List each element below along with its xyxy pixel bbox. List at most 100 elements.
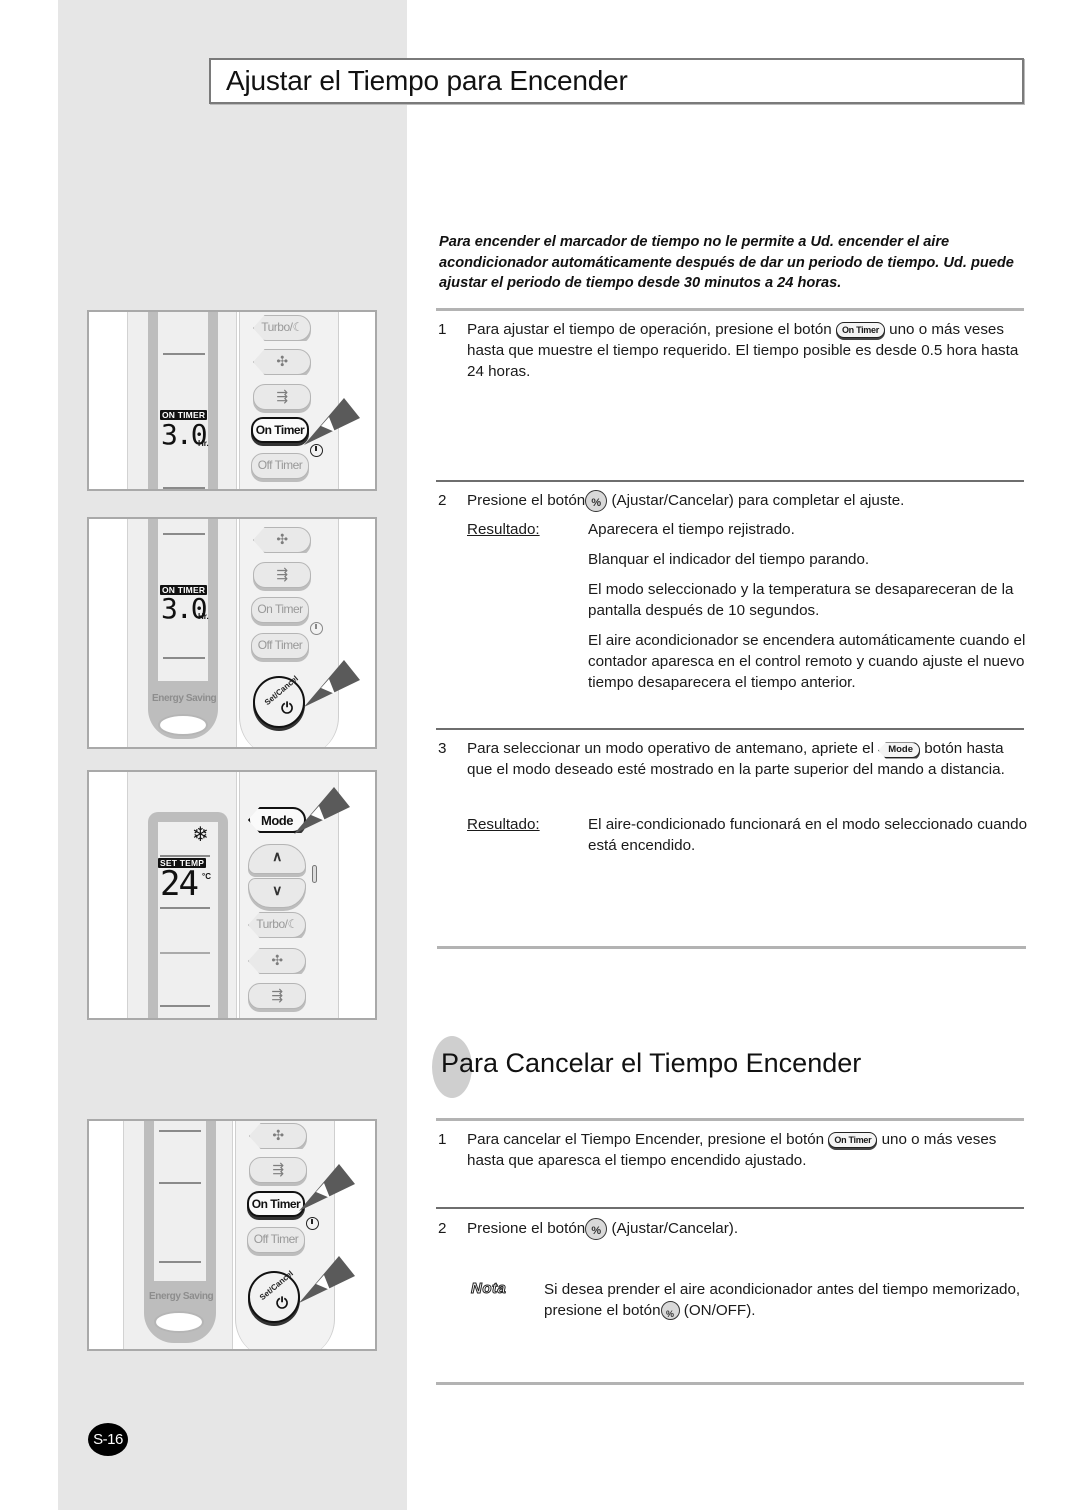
on-timer-button[interactable]: On Timer — [251, 417, 309, 443]
note-label: Nota — [470, 1280, 507, 1298]
temp-down-button[interactable]: ∨ — [248, 878, 306, 908]
on-off-icon — [660, 1301, 680, 1325]
on-timer-button-icon: On Timer — [835, 318, 885, 339]
lcd-unit: °C — [202, 872, 211, 881]
power-icon: ⏻ — [281, 700, 293, 717]
divider — [436, 728, 1024, 730]
remote-display-body: ❄ SET TEMP 24 °C — [127, 772, 237, 1018]
lcd-temperature-value: 24 — [160, 864, 199, 904]
lcd-screen — [154, 1121, 206, 1281]
step-number: 2 — [438, 492, 447, 509]
page-title-box: Ajustar el Tiempo para Encender — [209, 58, 1024, 104]
section-title: Para Cancelar el Tiempo Encender — [441, 1048, 862, 1078]
divider — [436, 308, 1024, 311]
off-timer-button[interactable]: Off Timer — [251, 633, 309, 659]
energy-saving-label: Energy Saving — [149, 1291, 214, 1302]
step-text: Para seleccionar un modo operativo de an… — [467, 740, 874, 757]
fan-icon: ✣ — [276, 531, 288, 547]
energy-saving-button[interactable] — [154, 1311, 204, 1333]
lcd-screen: ON TIMER 3.0 Hr. — [158, 519, 209, 681]
press-pointer-icon — [304, 398, 360, 445]
divider — [436, 1382, 1024, 1385]
swing-button[interactable]: ⇶ — [253, 562, 311, 588]
press-pointer-icon — [304, 660, 360, 707]
step-number: 1 — [438, 321, 447, 338]
divider — [436, 1207, 1024, 1209]
swing-icon: ⇶ — [271, 987, 283, 1003]
result-label: Resultado: — [467, 521, 540, 538]
set-cancel-button[interactable]: Set/Cancel ⏻ — [248, 1269, 300, 1323]
on-timer-label: On Timer — [835, 322, 885, 339]
press-pointer-icon — [299, 1256, 355, 1303]
step-number: 1 — [438, 1131, 447, 1148]
step-3-result: Resultado: El aire-condicionado funciona… — [467, 814, 1032, 865]
turbo-sleep-button[interactable]: Turbo/☾ — [253, 315, 311, 341]
page-number-badge: S-16 — [88, 1423, 128, 1456]
fan-icon: ✣ — [271, 952, 283, 968]
result-text: Blanquar el indicador del tiempo parando… — [588, 551, 870, 568]
off-timer-button[interactable]: Off Timer — [247, 1227, 305, 1253]
fan-speed-button[interactable]: ✣ — [253, 527, 311, 553]
remote-illustration-2: ON TIMER 3.0 Hr. Energy Saving ✣ ⇶ On Ti… — [87, 517, 377, 749]
remote-display-body: ON TIMER 3.0 Hr. — [127, 312, 237, 489]
on-timer-button[interactable]: On Timer — [247, 1191, 305, 1217]
swing-button[interactable]: ⇶ — [253, 384, 311, 410]
step-text: Presione el botón — [467, 492, 586, 510]
remote-illustration-4: Energy Saving ✣ ⇶ On Timer Off Timer Set… — [87, 1119, 377, 1351]
mode-label: Mode — [878, 742, 920, 759]
result-text: El aire acondicionador se encendera auto… — [588, 632, 1026, 691]
swing-icon: ⇶ — [272, 1161, 284, 1177]
lcd-screen: ❄ SET TEMP 24 °C — [158, 822, 218, 1018]
mode-button-icon: Mode — [878, 737, 920, 759]
power-icon: ⏻ — [276, 1295, 288, 1312]
step-number: 3 — [438, 740, 447, 757]
swing-button[interactable]: ⇶ — [248, 983, 306, 1009]
cool-mode-icon: ❄ — [192, 824, 209, 846]
energy-saving-label: Energy Saving — [152, 693, 217, 704]
fan-speed-button[interactable]: ✣ — [253, 349, 311, 375]
note-text: Si desea prender el aire acondicionador … — [544, 1279, 1024, 1325]
set-cancel-button[interactable]: Set/Cancel ⏻ — [253, 674, 305, 728]
lcd-unit: Hr. — [198, 439, 209, 448]
set-cancel-icon — [585, 490, 608, 514]
on-timer-label: On Timer — [828, 1132, 878, 1149]
turbo-sleep-button[interactable]: Turbo/☾ — [248, 912, 306, 938]
divider — [436, 480, 1024, 482]
fan-icon: ✣ — [272, 1127, 284, 1143]
result-text: El modo seleccionado y la temperatura se… — [588, 581, 1014, 619]
fan-speed-button[interactable]: ✣ — [249, 1123, 307, 1149]
step-number: 2 — [438, 1220, 447, 1237]
on-timer-button-icon: On Timer — [828, 1128, 878, 1149]
step-2-result: Resultado: Aparecera el tiempo rejistrad… — [467, 519, 1032, 702]
swing-icon: ⇶ — [276, 566, 288, 582]
fan-speed-button[interactable]: ✣ — [248, 948, 306, 974]
page-title: Ajustar el Tiempo para Encender — [226, 65, 628, 96]
result-label: Resultado: — [467, 816, 540, 833]
clock-icon — [310, 622, 323, 635]
note-text-after: (ON/OFF). — [683, 1302, 756, 1319]
step-text: (Ajustar/Cancelar) para completar el aju… — [611, 492, 905, 510]
energy-saving-button[interactable] — [158, 714, 208, 736]
result-text: El aire-condicionado funcionará en el mo… — [588, 816, 1028, 854]
swing-icon: ⇶ — [276, 388, 288, 404]
divider — [437, 946, 1026, 949]
off-timer-button[interactable]: Off Timer — [251, 453, 309, 479]
set-cancel-icon — [585, 1218, 608, 1242]
note-text-before: Si desea prender el aire acondicionador … — [544, 1281, 1021, 1319]
cancel-step-2: 2 Presione el botón (Ajustar/Cancelar). — [438, 1218, 1028, 1242]
cancel-step-1: 1 Para cancelar el Tiempo Encender, pres… — [438, 1129, 1028, 1171]
temp-up-button[interactable]: ∧ — [248, 844, 306, 874]
step-3: 3 Para seleccionar un modo operativo de … — [438, 738, 1028, 780]
lcd-unit: Hr. — [198, 612, 209, 621]
step-1: 1 Para ajustar el tiempo de operación, p… — [438, 319, 1028, 382]
remote-display-body: ON TIMER 3.0 Hr. Energy Saving — [127, 519, 237, 747]
step-text: Para ajustar el tiempo de operación, pre… — [467, 321, 832, 338]
intro-paragraph: Para encender el marcador de tiempo no l… — [439, 234, 1014, 291]
press-pointer-icon — [299, 1164, 355, 1211]
lcd-screen: ON TIMER 3.0 Hr. — [158, 312, 209, 489]
divider — [436, 1118, 1024, 1121]
step-text: Presione el botón — [467, 1220, 586, 1238]
remote-display-body: Energy Saving — [123, 1121, 233, 1349]
on-timer-button[interactable]: On Timer — [251, 597, 309, 623]
thermometer-icon — [312, 865, 317, 883]
